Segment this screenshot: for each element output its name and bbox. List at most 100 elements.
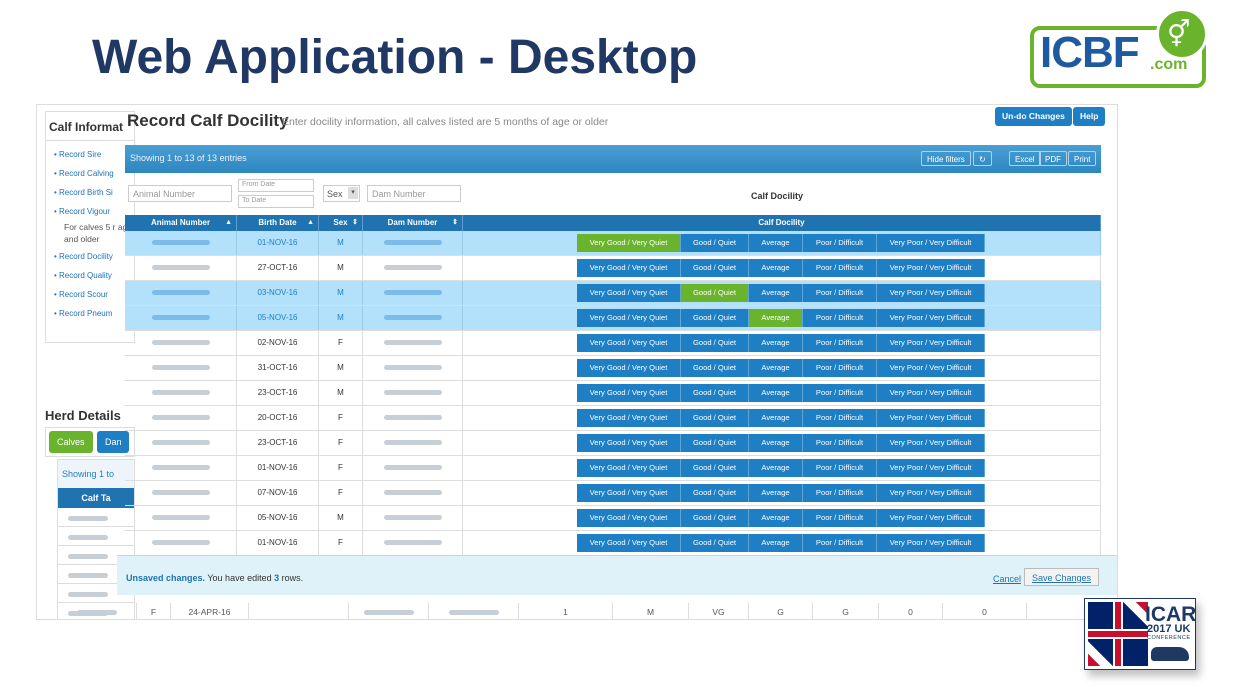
docility-option-button[interactable]: Good / Quiet: [681, 309, 749, 327]
docility-option-button[interactable]: Good / Quiet: [681, 434, 749, 452]
docility-option-button[interactable]: Very Good / Very Quiet: [577, 459, 681, 477]
docility-option-button[interactable]: Very Poor / Very Difficult: [877, 359, 985, 377]
docility-option-button[interactable]: Average: [749, 309, 803, 327]
docility-option-button[interactable]: Good / Quiet: [681, 234, 749, 252]
birth-date-cell: 23-OCT-16: [237, 431, 319, 455]
docility-option-button[interactable]: Average: [749, 384, 803, 402]
to-date-filter[interactable]: To Date: [238, 195, 314, 208]
docility-option-button[interactable]: Very Poor / Very Difficult: [877, 384, 985, 402]
docility-option-button[interactable]: Average: [749, 459, 803, 477]
docility-option-button[interactable]: Poor / Difficult: [803, 234, 877, 252]
sidebar-item[interactable]: • Record Docility: [54, 247, 134, 266]
col-sex[interactable]: Sex ⇕: [319, 215, 363, 231]
sidebar-item[interactable]: • Record Vigour: [54, 202, 134, 221]
docility-option-button[interactable]: Average: [749, 509, 803, 527]
docility-option-button[interactable]: Very Good / Very Quiet: [577, 534, 681, 552]
docility-option-button[interactable]: Good / Quiet: [681, 259, 749, 277]
docility-option-button[interactable]: Poor / Difficult: [803, 359, 877, 377]
sidebar-item[interactable]: • Record Calving: [54, 164, 134, 183]
docility-option-button[interactable]: Good / Quiet: [681, 509, 749, 527]
pdf-button[interactable]: PDF: [1039, 151, 1067, 166]
docility-option-button[interactable]: Very Good / Very Quiet: [577, 259, 681, 277]
docility-option-button[interactable]: Very Good / Very Quiet: [577, 484, 681, 502]
docility-option-button[interactable]: Average: [749, 534, 803, 552]
docility-option-button[interactable]: Good / Quiet: [681, 284, 749, 302]
docility-option-button[interactable]: Very Poor / Very Difficult: [877, 309, 985, 327]
docility-button-group: Very Good / Very Quiet Good / Quiet Averag…: [577, 484, 985, 502]
docility-option-button[interactable]: Very Poor / Very Difficult: [877, 509, 985, 527]
docility-option-button[interactable]: Average: [749, 434, 803, 452]
tab-calves[interactable]: Calves: [49, 431, 93, 453]
sidebar-item[interactable]: • Record Pneum: [54, 304, 134, 323]
docility-option-button[interactable]: Very Poor / Very Difficult: [877, 234, 985, 252]
col-birth-date[interactable]: Birth Date ▲: [237, 215, 319, 231]
docility-option-button[interactable]: Poor / Difficult: [803, 434, 877, 452]
dam-number-filter[interactable]: Dam Number: [367, 185, 461, 202]
docility-option-button[interactable]: Poor / Difficult: [803, 534, 877, 552]
docility-option-button[interactable]: Very Poor / Very Difficult: [877, 534, 985, 552]
docility-option-button[interactable]: Very Good / Very Quiet: [577, 384, 681, 402]
hide-filters-button[interactable]: Hide filters: [921, 151, 971, 166]
docility-option-button[interactable]: Very Poor / Very Difficult: [877, 259, 985, 277]
docility-option-button[interactable]: Good / Quiet: [681, 359, 749, 377]
col-animal-number[interactable]: Animal Number ▲: [125, 215, 237, 231]
docility-option-button[interactable]: Average: [749, 484, 803, 502]
col-dam-number[interactable]: Dam Number ⇕: [363, 215, 463, 231]
docility-option-button[interactable]: Average: [749, 359, 803, 377]
docility-option-button[interactable]: Poor / Difficult: [803, 384, 877, 402]
docility-option-button[interactable]: Very Poor / Very Difficult: [877, 409, 985, 427]
save-changes-button[interactable]: Save Changes: [1024, 568, 1100, 586]
sidebar-item[interactable]: • Record Birth Si: [54, 183, 134, 202]
docility-option-button[interactable]: Average: [749, 284, 803, 302]
cancel-link[interactable]: Cancel: [993, 574, 1021, 584]
docility-option-button[interactable]: Very Good / Very Quiet: [577, 409, 681, 427]
docility-option-button[interactable]: Average: [749, 234, 803, 252]
undo-changes-button[interactable]: Un-do Changes: [995, 107, 1072, 126]
docility-cell: Very Good / Very Quiet Good / Quiet Averag…: [463, 356, 1101, 380]
docility-option-button[interactable]: Poor / Difficult: [803, 309, 877, 327]
refresh-icon[interactable]: ↻: [973, 151, 992, 166]
docility-option-button[interactable]: Poor / Difficult: [803, 259, 877, 277]
herd-column-header[interactable]: Calf Ta: [58, 488, 134, 508]
docility-option-button[interactable]: Good / Quiet: [681, 334, 749, 352]
docility-option-button[interactable]: Good / Quiet: [681, 484, 749, 502]
docility-option-button[interactable]: Very Poor / Very Difficult: [877, 434, 985, 452]
table-row: 23-OCT-16 M Very Good / Very Quiet Good / Q…: [125, 381, 1101, 406]
docility-option-button[interactable]: Good / Quiet: [681, 409, 749, 427]
from-date-filter[interactable]: From Date: [238, 179, 314, 192]
animal-number-cell: [125, 481, 237, 505]
docility-option-button[interactable]: Average: [749, 334, 803, 352]
docility-option-button[interactable]: Average: [749, 409, 803, 427]
docility-option-button[interactable]: Poor / Difficult: [803, 334, 877, 352]
docility-option-button[interactable]: Very Good / Very Quiet: [577, 309, 681, 327]
docility-option-button[interactable]: Very Good / Very Quiet: [577, 509, 681, 527]
chevron-down-icon[interactable]: ▾: [348, 187, 358, 199]
help-button[interactable]: Help: [1073, 107, 1106, 126]
docility-option-button[interactable]: Poor / Difficult: [803, 484, 877, 502]
docility-option-button[interactable]: Poor / Difficult: [803, 509, 877, 527]
docility-option-button[interactable]: Good / Quiet: [681, 384, 749, 402]
docility-option-button[interactable]: Average: [749, 259, 803, 277]
docility-option-button[interactable]: Very Good / Very Quiet: [577, 334, 681, 352]
docility-option-button[interactable]: Very Good / Very Quiet: [577, 434, 681, 452]
docility-option-button[interactable]: Poor / Difficult: [803, 409, 877, 427]
docility-option-button[interactable]: Very Poor / Very Difficult: [877, 484, 985, 502]
col-calf-docility: Calf Docility: [463, 215, 1101, 231]
docility-option-button[interactable]: Very Poor / Very Difficult: [877, 284, 985, 302]
docility-option-button[interactable]: Very Poor / Very Difficult: [877, 334, 985, 352]
docility-option-button[interactable]: Very Good / Very Quiet: [577, 359, 681, 377]
birth-date-cell: 23-OCT-16: [237, 381, 319, 405]
docility-option-button[interactable]: Poor / Difficult: [803, 459, 877, 477]
docility-option-button[interactable]: Very Good / Very Quiet: [577, 234, 681, 252]
docility-option-button[interactable]: Good / Quiet: [681, 534, 749, 552]
excel-button[interactable]: Excel: [1009, 151, 1041, 166]
print-button[interactable]: Print: [1068, 151, 1097, 166]
docility-option-button[interactable]: Very Good / Very Quiet: [577, 284, 681, 302]
sidebar-item[interactable]: • Record Quality: [54, 266, 134, 285]
docility-option-button[interactable]: Very Poor / Very Difficult: [877, 459, 985, 477]
sidebar-item[interactable]: • Record Sire: [54, 145, 134, 164]
docility-option-button[interactable]: Poor / Difficult: [803, 284, 877, 302]
sidebar-item[interactable]: • Record Scour: [54, 285, 134, 304]
docility-option-button[interactable]: Good / Quiet: [681, 459, 749, 477]
animal-number-filter[interactable]: Animal Number: [128, 185, 232, 202]
